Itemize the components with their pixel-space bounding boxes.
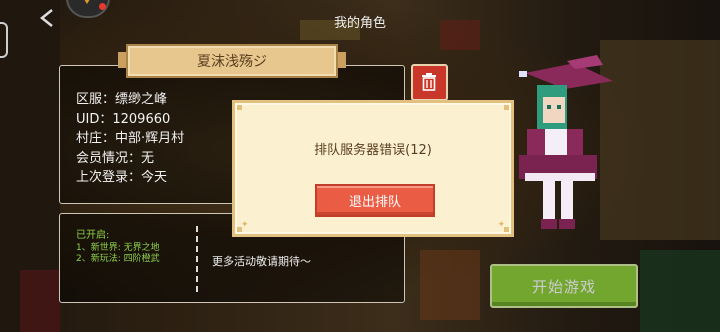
info-last-login: 上次登录：今天: [76, 170, 168, 186]
info-membership: 会员情况：无: [76, 150, 155, 166]
character-name: 夏沫浅殇ジ: [197, 54, 267, 70]
ornament-icon: ✦: [241, 220, 249, 230]
profile-info-list: 区服：缥缈之峰 UID：1209660 村庄：中部·辉月村 会员情况：无 上次登…: [76, 90, 184, 188]
dialog-corner: [237, 105, 242, 110]
activity-item: 2、新玩法: 四阶橙武: [76, 254, 160, 264]
delete-character-button[interactable]: [411, 64, 448, 101]
info-village: 村庄：中部·辉月村: [76, 131, 185, 147]
character-model: [519, 55, 613, 229]
page-title: 我的角色: [333, 16, 386, 31]
trash-icon: [422, 73, 436, 91]
exit-queue-button[interactable]: 退出排队: [315, 184, 435, 217]
activity-title: 已开启:: [76, 230, 110, 241]
activity-divider: [196, 226, 198, 292]
notification-dot: [99, 3, 106, 10]
queue-error-dialog: 排队服务器错误(12) 退出排队 ✦ ✦: [232, 100, 514, 237]
dialog-message: 排队服务器错误(12): [314, 143, 432, 158]
ornament-icon: ✦: [497, 220, 505, 230]
start-game-label: 开始游戏: [531, 277, 596, 296]
activity-more-text: 更多活动敬请期待～: [212, 255, 311, 268]
character-name-banner: 夏沫浅殇ジ: [118, 44, 346, 78]
info-region: 区服：缥缈之峰: [76, 92, 168, 107]
exit-queue-label: 退出排队: [348, 195, 401, 210]
info-uid: UID：1209660: [76, 111, 171, 127]
dialog-corner: [504, 105, 509, 110]
start-game-button[interactable]: 开始游戏: [490, 264, 638, 308]
